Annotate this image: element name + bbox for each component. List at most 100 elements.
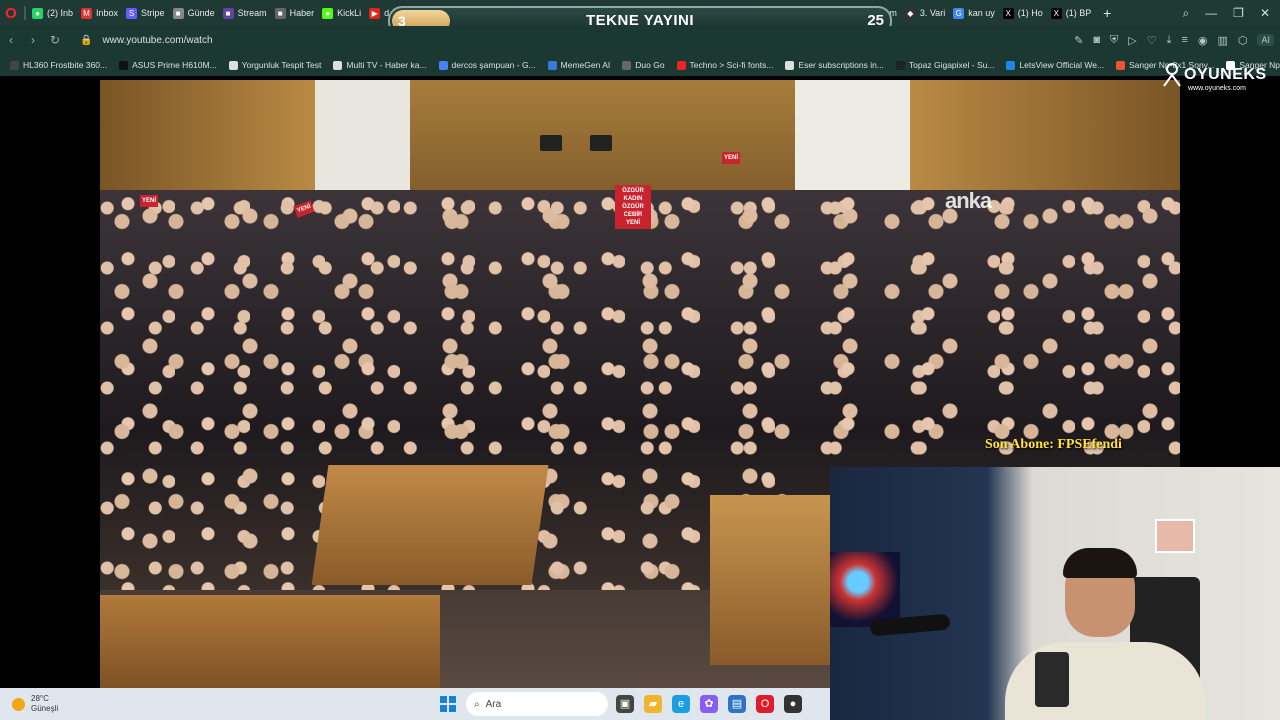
- desk-right: [710, 495, 830, 665]
- tab-favicon-icon: M: [81, 7, 93, 19]
- tab-label: 3. Vari: [919, 8, 946, 18]
- search-placeholder: Ara: [485, 698, 502, 710]
- bookmark-item[interactable]: dercos şampuan - G...: [438, 60, 536, 70]
- bookmarks-bar: HL360 Frostbite 360... ASUS Prime H610M..…: [0, 54, 1280, 76]
- bookmark-item[interactable]: Yorgunluk Tespit Test: [228, 60, 321, 70]
- bookmark-item[interactable]: LetsView Official We...: [1006, 60, 1104, 70]
- tab-favicon-icon: ▶: [369, 7, 381, 19]
- weather-description: Güneşli: [31, 704, 59, 713]
- back-icon[interactable]: ‹: [0, 33, 22, 47]
- tab-label: Haber: [289, 8, 315, 18]
- browser-tab[interactable]: X (1) Ho: [999, 3, 1047, 23]
- news-logo: anka: [945, 188, 992, 213]
- play-icon[interactable]: ▷: [1128, 34, 1136, 47]
- bookmark-favicon-icon: [676, 60, 686, 70]
- bookmark-label: HL360 Frostbite 360...: [23, 60, 108, 70]
- browser-tab[interactable]: Gkan uy: [949, 3, 999, 23]
- tab-favicon-icon: ■: [222, 7, 234, 19]
- bookmark-item[interactable]: Eser subscriptions in...: [785, 60, 884, 70]
- browser-tab[interactable]: ■ Haber: [271, 3, 319, 23]
- bookmark-favicon-icon: [438, 60, 448, 70]
- download-icon[interactable]: ⤓: [1167, 34, 1172, 47]
- oyuneks-watermark: OYUNEKS www.oyuneks.com: [1162, 60, 1272, 100]
- task-view-icon[interactable]: ▣: [616, 695, 634, 713]
- bookmark-item[interactable]: Topaz Gigapixel - Su...: [895, 60, 995, 70]
- bookmark-label: Eser subscriptions in...: [798, 60, 884, 70]
- sidebar-icon[interactable]: ▥: [1217, 34, 1227, 47]
- protest-sign: YENİ: [722, 152, 741, 164]
- tab-label: (1) BP: [1065, 8, 1092, 18]
- browser-tab[interactable]: ● KickLi: [318, 3, 365, 23]
- search-tabs-icon[interactable]: ⌕: [1182, 6, 1189, 21]
- tab-favicon-icon: G: [953, 7, 965, 19]
- bookmark-item[interactable]: HL360 Frostbite 360...: [10, 60, 107, 70]
- address-bar-tools: ✎ ◙ ⛨ ▷ ♡ ⤓ ≡ ◉ ▥ ⬡ AI: [1074, 26, 1274, 54]
- camera-icon[interactable]: ◙: [1093, 34, 1100, 46]
- browser-tab[interactable]: ■ Günde: [169, 3, 219, 23]
- lock-icon: 🔒: [80, 34, 93, 46]
- tab-favicon-icon: S: [126, 7, 138, 19]
- tab-label: Stripe: [141, 8, 165, 18]
- browser-tab[interactable]: M Inbox: [77, 3, 122, 23]
- opera-logo-icon[interactable]: O: [0, 0, 22, 26]
- search-icon: ⌕: [474, 698, 480, 710]
- ai-button[interactable]: AI: [1257, 34, 1274, 46]
- profile-icon[interactable]: ◉: [1198, 34, 1208, 47]
- heart-icon[interactable]: ♡: [1147, 34, 1157, 47]
- tab-favicon-icon: ●: [32, 7, 43, 19]
- shield-icon[interactable]: ⛨: [1110, 34, 1118, 47]
- bookmark-favicon-icon: [10, 60, 19, 70]
- edit-icon[interactable]: ✎: [1074, 34, 1083, 47]
- forward-icon[interactable]: ›: [22, 33, 44, 47]
- extensions-icon[interactable]: ⬡: [1238, 34, 1248, 47]
- streamer-webcam: [830, 467, 1280, 720]
- browser-tab[interactable]: S Stripe: [122, 3, 169, 23]
- bookmark-favicon-icon: [119, 60, 129, 70]
- bookmark-item[interactable]: ASUS Prime H610M...: [119, 60, 217, 70]
- reload-icon[interactable]: ↻: [44, 33, 66, 47]
- bookmark-favicon-icon: [622, 60, 632, 70]
- thermos-cup: [1035, 652, 1069, 707]
- tab-separator: [24, 6, 26, 20]
- desk-left: [100, 595, 440, 688]
- start-button-icon[interactable]: [440, 696, 456, 712]
- url-text: www.youtube.com/watch: [102, 34, 213, 46]
- browser-tab[interactable]: ■ Stream: [219, 3, 271, 23]
- bookmark-item[interactable]: Techno > Sci-fi fonts...: [676, 60, 773, 70]
- steam-icon[interactable]: ●: [784, 695, 802, 713]
- restore-button[interactable]: ❐: [1233, 6, 1244, 20]
- minimize-button[interactable]: —: [1205, 6, 1217, 20]
- bookmark-label: LetsView Official We...: [1019, 60, 1105, 70]
- wall-picture: [1155, 519, 1195, 553]
- bookmark-item[interactable]: Multi TV - Haber ka...: [333, 60, 427, 70]
- bookmark-label: ASUS Prime H610M...: [132, 60, 217, 70]
- close-button[interactable]: ✕: [1260, 6, 1270, 20]
- store-icon[interactable]: ▤: [728, 695, 746, 713]
- window-left: [315, 80, 410, 200]
- tab-favicon-icon: ●: [322, 7, 334, 19]
- menu-icon[interactable]: ≡: [1181, 34, 1187, 46]
- edge-icon[interactable]: e: [672, 695, 690, 713]
- bookmark-item[interactable]: Duo Go: [622, 60, 665, 70]
- browser-tab[interactable]: ◆ 3. Vari: [901, 3, 949, 23]
- tab-label: Günde: [187, 8, 215, 18]
- opera-icon[interactable]: O: [756, 695, 774, 713]
- taskbar-search[interactable]: ⌕ Ara: [466, 692, 608, 716]
- file-explorer-icon[interactable]: ▰: [644, 695, 662, 713]
- taskbar-apps: ▣ ▰ e ✿ ▤ O ●: [616, 695, 802, 713]
- browser-tab[interactable]: ● (2) Inb: [28, 3, 77, 23]
- bookmark-item[interactable]: MemeGen AI: [547, 60, 610, 70]
- oyuneks-brand: OYUNEKS: [1184, 66, 1267, 83]
- browser-tab[interactable]: X (1) BP: [1047, 3, 1096, 23]
- weather-widget[interactable]: 28°C Güneşli: [12, 694, 58, 714]
- copilot-icon[interactable]: ✿: [700, 695, 718, 713]
- window-right: [795, 80, 910, 200]
- last-subscriber-label: Son Abone: FPSEfendi: [985, 437, 1122, 452]
- url-field[interactable]: 🔒 www.youtube.com/watch: [80, 35, 213, 46]
- streamer-hair: [1063, 548, 1137, 578]
- new-tab-button[interactable]: +: [1095, 5, 1119, 21]
- oyuneks-logo-icon: [1163, 63, 1181, 87]
- bookmark-favicon-icon: [228, 60, 238, 70]
- bookmark-label: Topaz Gigapixel - Su...: [908, 60, 995, 70]
- bookmark-label: dercos şampuan - G...: [451, 60, 536, 70]
